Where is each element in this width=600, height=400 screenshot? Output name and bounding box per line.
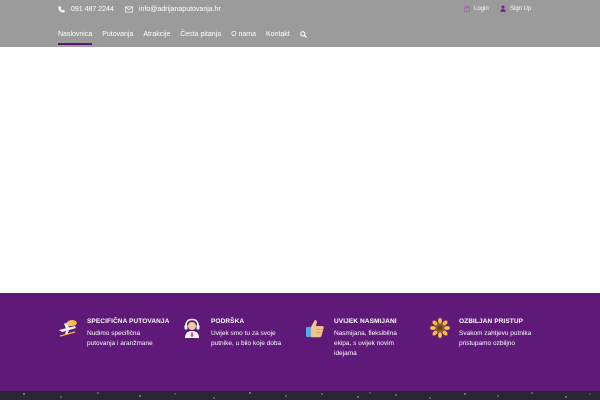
feature-text: SPECIFIČNA PUTOVANJA Nudimo specifična p… xyxy=(87,318,169,349)
feature-text: UVIJEK NASMIJANI Nasmijana, fleksibilna … xyxy=(334,318,414,359)
starry-sky-strip xyxy=(0,391,600,400)
feature-support: PODRŠKA Uvijek smo tu za svoje putnike, … xyxy=(181,318,291,349)
features-band: SPECIFIČNA PUTOVANJA Nudimo specifična p… xyxy=(0,293,600,391)
phone-contact[interactable]: 091 487 2244 xyxy=(58,4,114,14)
login-label: Login xyxy=(474,6,489,12)
nav-item-kontakt[interactable]: Kontakt xyxy=(266,31,290,38)
thumbs-up-icon xyxy=(304,317,326,339)
email-address: info@adrijanaputovanja.hr xyxy=(139,5,221,13)
feature-text: OZBILJAN PRISTUP Svakom zahtjevu putnika… xyxy=(459,318,549,349)
feature-specific-trips: SPECIFIČNA PUTOVANJA Nudimo specifična p… xyxy=(57,318,169,349)
plane-cloud-icon xyxy=(57,317,79,339)
support-agent-icon xyxy=(181,317,203,339)
search-icon[interactable] xyxy=(299,30,307,38)
main-nav: Naslovnica Putovanja Atrakcije Česta pit… xyxy=(58,29,307,45)
feature-title: OZBILJAN PRISTUP xyxy=(459,318,524,325)
nav-item-atrakcije[interactable]: Atrakcije xyxy=(143,31,170,38)
phone-number: 091 487 2244 xyxy=(71,5,114,13)
nav-item-cesta-pitanja[interactable]: Česta pitanja xyxy=(180,31,221,38)
feature-title: UVIJEK NASMIJANI xyxy=(334,318,397,325)
sunflower-icon xyxy=(429,317,451,339)
feature-desc: Uvijek smo tu za svoje putnike, u bilo k… xyxy=(211,330,282,347)
feature-title: SPECIFIČNA PUTOVANJA xyxy=(87,318,170,325)
top-header: 091 487 2244 info@adrijanaputovanja.hr L… xyxy=(0,0,600,47)
signup-label: Sign Up xyxy=(510,6,532,12)
email-contact[interactable]: info@adrijanaputovanja.hr xyxy=(125,4,221,14)
nav-item-o-nama[interactable]: O nama xyxy=(231,31,256,38)
phone-icon xyxy=(58,5,65,13)
feature-serious: OZBILJAN PRISTUP Svakom zahtjevu putnika… xyxy=(429,318,549,349)
signup-link[interactable]: Sign Up xyxy=(500,4,531,14)
feature-text: PODRŠKA Uvijek smo tu za svoje putnike, … xyxy=(211,318,291,349)
hero-area xyxy=(0,47,600,293)
feature-smiling: UVIJEK NASMIJANI Nasmijana, fleksibilna … xyxy=(304,318,414,359)
login-icon xyxy=(464,5,470,14)
nav-item-putovanja[interactable]: Putovanja xyxy=(102,31,133,38)
feature-desc: Nasmijana, fleksibilna ekipa, s uvijek n… xyxy=(334,330,397,357)
feature-desc: Svakom zahtjevu putnika pristupamo ozbil… xyxy=(459,330,532,347)
login-link[interactable]: Login xyxy=(464,4,489,14)
envelope-icon xyxy=(125,6,133,13)
nav-item-naslovnica[interactable]: Naslovnica xyxy=(58,31,93,45)
user-icon xyxy=(500,5,506,14)
feature-desc: Nudimo specifična putovanja i aranžmane xyxy=(87,330,153,347)
stars-decoration xyxy=(23,392,591,399)
feature-title: PODRŠKA xyxy=(211,318,245,325)
